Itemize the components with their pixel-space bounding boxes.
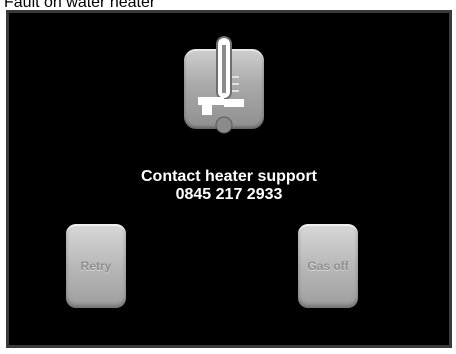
heater-display-screen: Contact heater support 0845 217 2933 Ret… — [6, 10, 452, 348]
gas-off-button[interactable]: Gas off — [298, 224, 358, 308]
retry-button[interactable]: Retry — [66, 224, 126, 308]
support-phone-number: 0845 217 2933 — [175, 186, 283, 203]
thermometer-tap-graphic — [198, 36, 244, 134]
contact-support-text: Contact heater support — [140, 168, 317, 185]
thermometer-tap-icon — [184, 36, 264, 134]
page: Fault on water heater Contact heater sup… — [0, 0, 456, 354]
